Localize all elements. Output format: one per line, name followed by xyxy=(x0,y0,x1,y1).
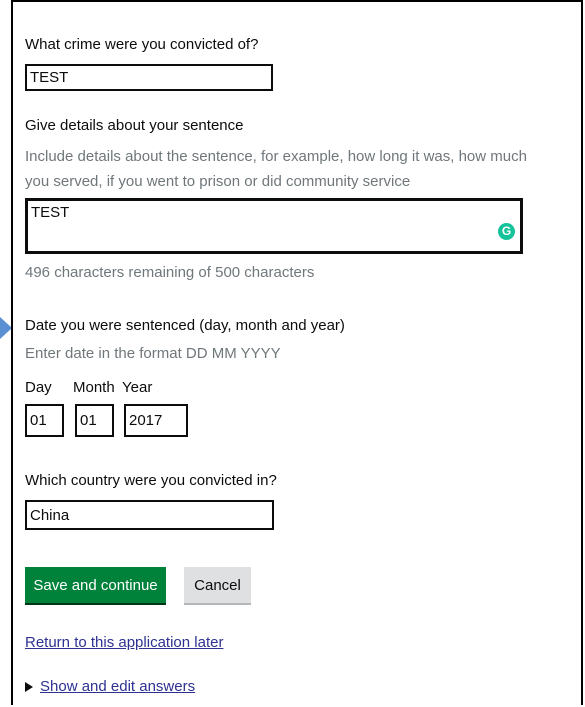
day-label: Day xyxy=(25,379,52,396)
date-label: Date you were sentenced (day, month and … xyxy=(25,317,345,334)
month-input[interactable] xyxy=(75,404,114,437)
date-hint: Enter date in the format DD MM YYYY xyxy=(25,345,281,362)
sentence-textarea[interactable]: TEST xyxy=(25,198,523,254)
year-label: Year xyxy=(122,379,153,396)
cancel-button[interactable]: Cancel xyxy=(184,567,251,605)
year-input[interactable] xyxy=(124,404,188,437)
country-label: Which country were you convicted in? xyxy=(25,472,277,489)
triangle-right-icon[interactable] xyxy=(25,682,33,692)
save-and-continue-button[interactable]: Save and continue xyxy=(25,567,166,605)
show-edit-answers-link[interactable]: Show and edit answers xyxy=(40,678,195,695)
crime-label: What crime were you convicted of? xyxy=(25,36,259,53)
country-input[interactable] xyxy=(25,500,274,530)
grammarly-icon[interactable]: G xyxy=(498,223,515,240)
month-label: Month xyxy=(73,379,115,396)
sentence-hint: Include details about the sentence, for … xyxy=(25,148,527,190)
character-counter: 496 characters remaining of 500 characte… xyxy=(25,264,315,281)
sentence-label: Give details about your sentence xyxy=(25,117,244,134)
return-later-link[interactable]: Return to this application later xyxy=(25,634,223,651)
day-input[interactable] xyxy=(25,404,64,437)
crime-input[interactable] xyxy=(25,64,273,91)
